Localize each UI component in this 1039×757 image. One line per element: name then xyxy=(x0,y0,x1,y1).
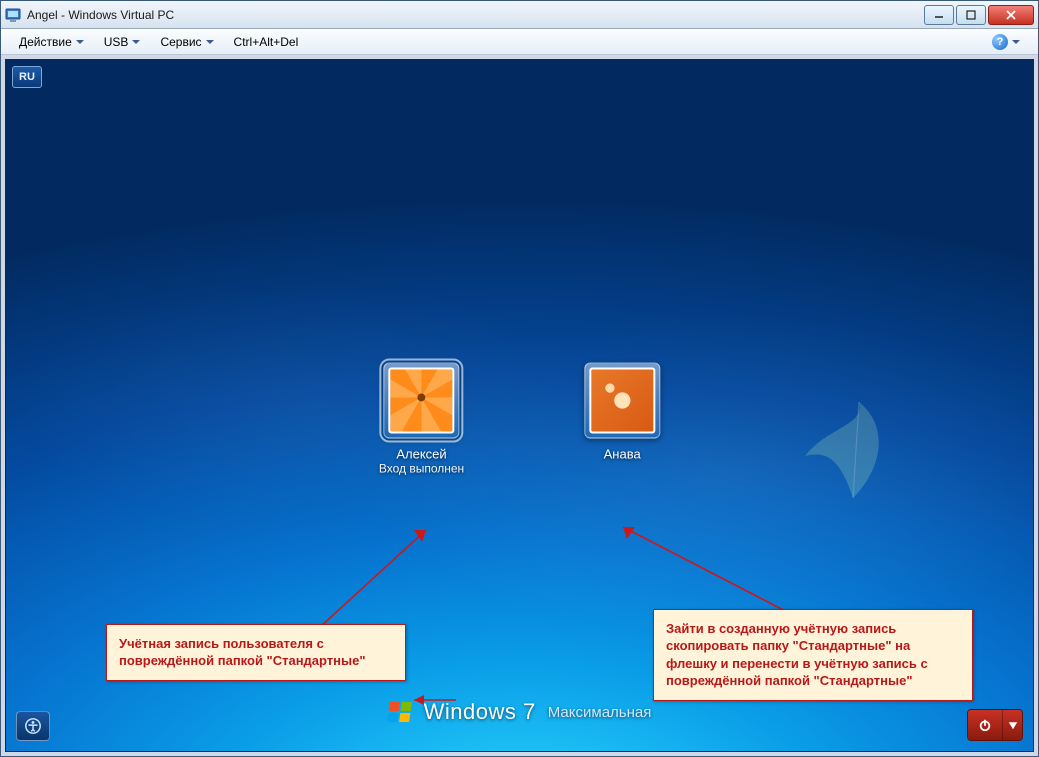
menu-action-label: Действие xyxy=(19,35,72,49)
brand-product: Windows xyxy=(424,699,517,724)
chevron-down-icon xyxy=(132,40,140,44)
user-name: Анава xyxy=(604,447,641,462)
guest-screen[interactable]: RU Алексей Вход выполнен Анава xyxy=(5,59,1034,752)
chevron-down-icon xyxy=(76,40,84,44)
brand-text: Windows 7 xyxy=(424,699,536,725)
user-avatar xyxy=(388,368,454,434)
brand-edition: Максимальная xyxy=(548,704,652,721)
windows-logo-icon xyxy=(388,700,416,724)
decorative-leaf xyxy=(793,390,913,510)
chevron-down-icon xyxy=(206,40,214,44)
menu-usb-label: USB xyxy=(104,35,129,49)
menu-service-label: Сервис xyxy=(160,35,201,49)
vm-window: Angel - Windows Virtual PC Действие USB … xyxy=(0,0,1039,757)
help-icon: ? xyxy=(992,34,1008,50)
menu-service[interactable]: Сервис xyxy=(150,32,223,52)
menu-help[interactable]: ? xyxy=(982,31,1030,53)
user-account[interactable]: Анава xyxy=(584,363,660,476)
user-avatar-frame xyxy=(584,363,660,439)
user-status: Вход выполнен xyxy=(379,462,464,476)
shutdown-options-button[interactable] xyxy=(1002,710,1022,740)
user-avatar xyxy=(589,368,655,434)
annotation-callout: Зайти в созданную учётную запись скопиро… xyxy=(653,609,973,701)
menu-action[interactable]: Действие xyxy=(9,32,94,52)
annotation-callout: Учётная запись пользователя с повреждённ… xyxy=(106,624,406,681)
ease-of-access-button[interactable] xyxy=(16,711,50,741)
os-branding: Windows 7 Максимальная xyxy=(388,699,652,725)
account-list: Алексей Вход выполнен Анава xyxy=(379,363,660,476)
maximize-button[interactable] xyxy=(956,5,986,25)
minimize-button[interactable] xyxy=(924,5,954,25)
annotation-arrow xyxy=(406,620,466,710)
user-account[interactable]: Алексей Вход выполнен xyxy=(379,363,464,476)
app-icon xyxy=(5,7,21,23)
window-title: Angel - Windows Virtual PC xyxy=(27,8,922,22)
user-avatar-frame xyxy=(383,363,459,439)
menu-usb[interactable]: USB xyxy=(94,32,151,52)
power-button-group xyxy=(967,709,1023,741)
menu-cad[interactable]: Ctrl+Alt+Del xyxy=(224,32,309,52)
close-button[interactable] xyxy=(988,5,1034,25)
menubar: Действие USB Сервис Ctrl+Alt+Del ? xyxy=(1,29,1038,55)
language-indicator[interactable]: RU xyxy=(12,66,42,88)
window-buttons xyxy=(922,5,1034,25)
user-name: Алексей xyxy=(396,447,446,462)
chevron-down-icon xyxy=(1012,40,1020,44)
shutdown-button[interactable] xyxy=(968,710,1002,740)
menu-cad-label: Ctrl+Alt+Del xyxy=(234,35,299,49)
titlebar[interactable]: Angel - Windows Virtual PC xyxy=(1,1,1038,29)
brand-version: 7 xyxy=(523,699,536,724)
